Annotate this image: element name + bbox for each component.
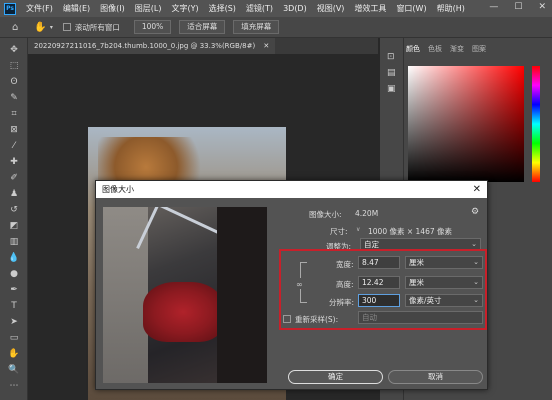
pen-tool-icon[interactable]: ✒	[6, 284, 22, 297]
tab-close-icon[interactable]: ✕	[263, 42, 269, 50]
chevron-down-icon[interactable]: ▾	[50, 24, 53, 31]
chevron-down-icon: ⌄	[473, 296, 479, 304]
image-size-dialog: 图像大小 ✕ 图像大小: 4.20M ⚙ 尺寸: ∨ 1000 像素 × 146…	[95, 180, 488, 390]
properties-icon[interactable]: ▤	[387, 68, 396, 78]
dimensions-value: 1000 像素 × 1467 像素	[368, 227, 452, 236]
hue-slider[interactable]	[532, 66, 540, 182]
image-size-label: 图像大小:	[309, 210, 342, 219]
marquee-tool-icon[interactable]: ⬚	[6, 60, 22, 73]
menu-edit[interactable]: 编辑(E)	[63, 3, 90, 14]
link-icon[interactable]: ∞	[296, 280, 303, 289]
image-preview[interactable]	[103, 207, 267, 383]
height-unit-value: 厘米	[409, 278, 424, 287]
blur-tool-icon[interactable]: 💧	[6, 252, 22, 265]
hand-tool-icon[interactable]: ✋	[34, 22, 46, 33]
resample-select: 自动	[358, 311, 483, 324]
options-bar: ⌂ ✋ ▾ 滚动所有窗口 100% 适合屏幕 填充屏幕	[0, 17, 552, 38]
link-bracket-top	[300, 262, 307, 278]
menu-view[interactable]: 视图(V)	[317, 3, 345, 14]
type-tool-icon[interactable]: T	[6, 300, 22, 313]
resolution-unit-value: 像素/英寸	[409, 296, 442, 305]
menu-help[interactable]: 帮助(H)	[437, 3, 465, 14]
tab-color[interactable]: 颜色	[406, 44, 420, 54]
dodge-tool-icon[interactable]: ●	[6, 268, 22, 281]
move-tool-icon[interactable]: ✥	[6, 44, 22, 57]
menu-3d[interactable]: 3D(D)	[283, 4, 307, 13]
quick-select-icon[interactable]: ✎	[6, 92, 22, 105]
scroll-all-checkbox[interactable]	[62, 23, 71, 31]
frame-tool-icon[interactable]: ⊠	[6, 124, 22, 137]
menu-window[interactable]: 窗口(W)	[396, 3, 426, 14]
dimensions-label: 尺寸:	[330, 227, 348, 236]
color-picker-field[interactable]	[408, 66, 524, 182]
menu-select[interactable]: 选择(S)	[209, 3, 236, 14]
tab-gradients[interactable]: 渐变	[450, 44, 464, 54]
chevron-down-icon: ⌄	[473, 278, 479, 286]
image-size-value: 4.20M	[355, 209, 379, 218]
width-unit-select[interactable]: 厘米 ⌄	[405, 256, 483, 269]
minimize-icon[interactable]: —	[489, 2, 498, 12]
ok-button[interactable]: 确定	[288, 370, 383, 384]
dialog-title: 图像大小	[96, 181, 487, 198]
history-brush-icon[interactable]: ↺	[6, 204, 22, 217]
zoom-100-button[interactable]: 100%	[133, 20, 172, 34]
resolution-unit-select[interactable]: 像素/英寸 ⌄	[405, 294, 483, 307]
crop-tool-icon[interactable]: ⌗	[6, 108, 22, 121]
zoom-tool-icon[interactable]: 🔍	[6, 364, 22, 377]
width-label: 宽度:	[336, 260, 354, 269]
tab-swatches[interactable]: 色板	[428, 44, 442, 54]
close-icon[interactable]: ✕	[538, 2, 546, 12]
chevron-down-icon[interactable]: ∨	[356, 226, 360, 233]
height-unit-select[interactable]: 厘米 ⌄	[405, 276, 483, 289]
home-icon[interactable]: ⌂	[12, 22, 18, 33]
fill-screen-button[interactable]: 填充屏幕	[233, 20, 280, 34]
menu-type[interactable]: 文字(Y)	[171, 3, 198, 14]
menu-file[interactable]: 文件(F)	[26, 3, 53, 14]
resample-value: 自动	[362, 313, 377, 322]
fit-to-value: 自定	[364, 240, 379, 249]
eraser-tool-icon[interactable]: ◩	[6, 220, 22, 233]
comment-icon[interactable]: ▣	[387, 84, 396, 94]
resample-label: 重新采样(S):	[295, 315, 339, 324]
resolution-label: 分辨率:	[329, 298, 355, 307]
scroll-all-label: 滚动所有窗口	[74, 22, 120, 32]
chevron-down-icon: ⌄	[473, 258, 479, 266]
document-tab-bar: 20220927211016_7b204.thumb.1000_0.jpg @ …	[28, 38, 378, 54]
hand-tool-icon[interactable]: ✋	[6, 348, 22, 361]
eyedropper-icon[interactable]: ⁄	[6, 140, 22, 153]
width-unit-value: 厘米	[409, 258, 424, 267]
healing-brush-icon[interactable]: ✚	[6, 156, 22, 169]
menu-bar: Ps 文件(F) 编辑(E) 图像(I) 图层(L) 文字(Y) 选择(S) 滤…	[0, 0, 552, 17]
cancel-button[interactable]: 取消	[388, 370, 483, 384]
path-select-icon[interactable]: ➤	[6, 316, 22, 329]
resample-checkbox[interactable]	[283, 315, 291, 323]
resolution-input[interactable]: 300	[358, 294, 400, 307]
link-bracket-bottom	[300, 289, 307, 303]
tab-patterns[interactable]: 图案	[472, 44, 486, 54]
brush-tool-icon[interactable]: ✐	[6, 172, 22, 185]
tools-panel: ✥ ⬚ ʘ ✎ ⌗ ⊠ ⁄ ✚ ✐ ♟ ↺ ◩ ▥ 💧 ● ✒ T ➤ ▭ ✋ …	[0, 38, 28, 400]
photoshop-logo: Ps	[4, 2, 16, 15]
height-input[interactable]: 12.42	[358, 276, 400, 289]
gradient-tool-icon[interactable]: ▥	[6, 236, 22, 249]
fit-screen-button[interactable]: 适合屏幕	[179, 20, 226, 34]
menu-layer[interactable]: 图层(L)	[135, 3, 162, 14]
history-icon[interactable]: ⊡	[387, 52, 395, 62]
height-label: 高度:	[336, 280, 354, 289]
rectangle-tool-icon[interactable]: ▭	[6, 332, 22, 345]
menu-image[interactable]: 图像(I)	[100, 3, 125, 14]
lasso-tool-icon[interactable]: ʘ	[6, 76, 22, 89]
stamp-tool-icon[interactable]: ♟	[6, 188, 22, 201]
menu-plugins[interactable]: 增效工具	[354, 3, 386, 14]
document-tab-title: 20220927211016_7b204.thumb.1000_0.jpg @ …	[34, 42, 256, 50]
menu-filter[interactable]: 滤镜(T)	[246, 3, 273, 14]
gear-icon[interactable]: ⚙	[471, 207, 479, 217]
dialog-close-icon[interactable]: ✕	[473, 181, 481, 198]
maximize-icon[interactable]: ☐	[514, 2, 522, 12]
more-tools-icon[interactable]: ⋯	[6, 380, 22, 393]
document-tab[interactable]: 20220927211016_7b204.thumb.1000_0.jpg @ …	[28, 38, 276, 54]
width-input[interactable]: 8.47	[358, 256, 400, 269]
